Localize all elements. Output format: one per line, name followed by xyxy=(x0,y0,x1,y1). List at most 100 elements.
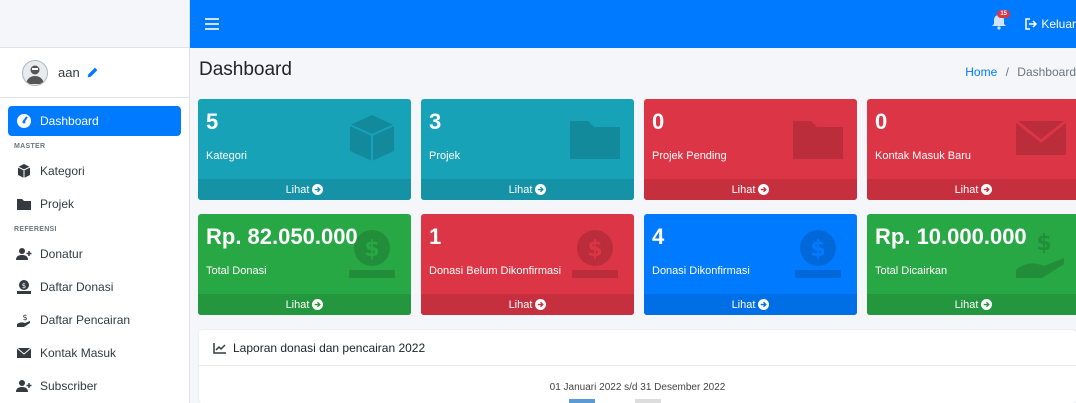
report-title: Laporan donasi dan pencairan 2022 xyxy=(233,340,426,355)
sidebar-item-projek[interactable]: Projek xyxy=(8,189,181,219)
donate-icon: $ xyxy=(349,230,395,278)
stat-label: Total Donasi xyxy=(206,265,267,277)
stat-label: Projek xyxy=(429,150,461,162)
arrow-circle-right-icon xyxy=(535,299,547,310)
sidebar-item-daftar-donasi[interactable]: $ Daftar Donasi xyxy=(8,272,181,302)
sidebar-item-label: Daftar Donasi xyxy=(40,280,114,294)
sidebar-item-label: Donatur xyxy=(40,247,83,261)
legend-swatch-pencairan[interactable] xyxy=(635,399,661,403)
arrow-circle-right-icon xyxy=(758,299,770,310)
stat-value: 5 xyxy=(206,109,219,134)
notification-button[interactable]: 15 xyxy=(991,10,1011,34)
stat-link-projek-pending[interactable]: Lihat xyxy=(644,179,857,200)
stat-label: Projek Pending xyxy=(652,150,727,162)
topbar: 15 Keluar xyxy=(190,0,1076,48)
stat-label: Donasi Belum Dikonfirmasi xyxy=(429,265,562,277)
stat-link-donasi-belum-dikonfirmasi[interactable]: Lihat xyxy=(421,294,634,315)
stat-value: 1 xyxy=(429,224,442,249)
stat-link-kategori[interactable]: Lihat xyxy=(198,179,411,200)
stat-value: Rp. 10.000.000 xyxy=(875,224,1027,249)
stat-link-label: Lihat xyxy=(731,298,756,311)
breadcrumb-separator: / xyxy=(1005,65,1009,79)
folder-icon xyxy=(17,199,31,210)
notification-badge: 15 xyxy=(997,10,1010,18)
stat-box-kategori: 5 Kategori Lihat xyxy=(198,99,411,200)
sign-out-icon xyxy=(1025,18,1038,30)
stat-link-label: Lihat xyxy=(285,183,310,196)
pencil-icon[interactable] xyxy=(86,66,99,79)
stat-value: 0 xyxy=(652,109,665,134)
stat-box-donasi-belum-dikonfirmasi: 1 Donasi Belum Dikonfirmasi $ Lihat xyxy=(421,214,634,315)
sidebar-item-label: Kategori xyxy=(40,164,85,178)
envelope-icon xyxy=(1015,119,1067,155)
user-plus-icon xyxy=(16,380,32,392)
arrow-circle-right-icon xyxy=(758,184,770,195)
legend-swatch-donasi[interactable] xyxy=(569,399,595,403)
stat-link-label: Lihat xyxy=(508,183,533,196)
report-card-header: Laporan donasi dan pencairan 2022 xyxy=(199,330,1076,366)
stat-value: 0 xyxy=(875,109,888,134)
svg-text:$: $ xyxy=(587,237,602,262)
svg-text:$: $ xyxy=(810,237,825,262)
svg-text:$: $ xyxy=(1036,231,1051,256)
svg-text:$: $ xyxy=(364,237,379,262)
donate-icon: $ xyxy=(795,230,841,278)
folder-icon xyxy=(793,121,843,159)
sidebar-item-donatur[interactable]: Donatur xyxy=(8,239,181,269)
stat-link-kontak-masuk-baru[interactable]: Lihat xyxy=(867,179,1076,200)
tachometer-icon xyxy=(17,114,31,128)
stat-link-label: Lihat xyxy=(508,298,533,311)
folder-icon xyxy=(570,121,620,159)
sidebar-brand-area xyxy=(0,0,189,48)
user-name[interactable]: aan xyxy=(58,65,80,80)
sidebar-item-label: Subscriber xyxy=(40,379,98,393)
stat-link-total-donasi[interactable]: Lihat xyxy=(198,294,411,315)
user-panel: aan xyxy=(0,48,189,98)
arrow-circle-right-icon xyxy=(535,184,547,195)
sidebar-item-label: Daftar Pencairan xyxy=(40,313,131,327)
avatar[interactable] xyxy=(22,59,48,86)
user-plus-icon xyxy=(16,248,32,260)
sidebar-item-kontak-masuk[interactable]: Kontak Masuk xyxy=(8,338,181,368)
envelope-icon xyxy=(16,347,32,358)
box-icon xyxy=(349,115,395,161)
hand-holding-usd-icon: $ xyxy=(17,313,30,327)
stat-value: 4 xyxy=(652,224,665,249)
donate-icon: $ xyxy=(572,230,618,278)
sidebar-nav: Dashboard MASTER Kategori Projek REFEREN… xyxy=(0,98,189,401)
logout-button[interactable]: Keluar xyxy=(1025,17,1076,31)
hand-holding-usd-icon: $ xyxy=(1016,231,1064,278)
arrow-circle-right-icon xyxy=(312,299,324,310)
stat-link-label: Lihat xyxy=(731,183,756,196)
stat-link-label: Lihat xyxy=(285,298,310,311)
stat-link-total-dicairkan[interactable]: Lihat xyxy=(867,294,1076,315)
arrow-circle-right-icon xyxy=(981,299,993,310)
stat-box-total-dicairkan: Rp. 10.000.000 Total Dicairkan $ Lihat xyxy=(867,214,1076,315)
sidebar-item-subscriber[interactable]: Subscriber xyxy=(8,371,181,401)
arrow-circle-right-icon xyxy=(981,184,993,195)
stat-link-donasi-dikonfirmasi[interactable]: Lihat xyxy=(644,294,857,315)
stat-box-kontak-masuk-baru: 0 Kontak Masuk Baru Lihat xyxy=(867,99,1076,200)
stat-label: Total Dicairkan xyxy=(875,265,948,277)
sidebar-item-dashboard[interactable]: Dashboard xyxy=(8,106,181,136)
report-period: 01 Januari 2022 s/d 31 Desember 2022 xyxy=(549,382,726,393)
donate-icon: $ xyxy=(17,280,31,294)
svg-text:$: $ xyxy=(22,282,26,290)
stat-label: Kontak Masuk Baru xyxy=(875,150,971,162)
topbar-right: 15 Keluar xyxy=(991,0,1076,48)
breadcrumb: Home / Dashboard xyxy=(965,65,1076,79)
stat-link-projek[interactable]: Lihat xyxy=(421,179,634,200)
stat-box-total-donasi: Rp. 82.050.000 Total Donasi $ Lihat xyxy=(198,214,411,315)
breadcrumb-current: Dashboard xyxy=(1017,65,1076,79)
sidebar-item-label: Projek xyxy=(40,197,75,211)
stat-value: Rp. 82.050.000 xyxy=(206,224,358,249)
nav-header-master: MASTER xyxy=(14,143,46,150)
svg-text:$: $ xyxy=(22,313,27,322)
breadcrumb-home[interactable]: Home xyxy=(965,65,997,79)
hamburger-icon[interactable] xyxy=(205,18,219,30)
page-title: Dashboard xyxy=(199,59,292,80)
logout-label: Keluar xyxy=(1041,17,1076,31)
sidebar-item-daftar-pencairan[interactable]: $ Daftar Pencairan xyxy=(8,305,181,335)
stat-box-donasi-dikonfirmasi: 4 Donasi Dikonfirmasi $ Lihat xyxy=(644,214,857,315)
sidebar-item-kategori[interactable]: Kategori xyxy=(8,156,181,186)
